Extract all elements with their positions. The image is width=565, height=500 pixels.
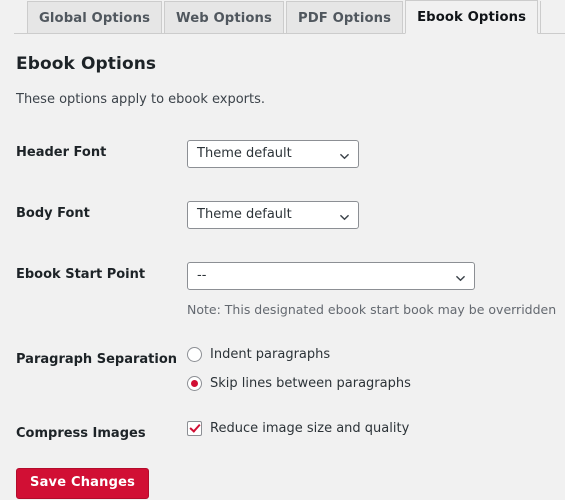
- radio-marker[interactable]: [187, 347, 203, 362]
- label-paragraph-separation: Paragraph Separation: [16, 352, 178, 367]
- ebook-options-form: Header Font Theme default Body Font Them…: [0, 125, 565, 461]
- form-row-compress-images: Compress Images Reduce image size and qu…: [0, 406, 565, 461]
- label-body-font: Body Font: [16, 206, 90, 221]
- ebook-start-point-value: --: [197, 268, 207, 283]
- body-font-value: Theme default: [197, 207, 292, 222]
- form-row-start-point: Ebook Start Point -- Note: This designat…: [0, 247, 565, 332]
- radio-label: Indent paragraphs: [210, 347, 331, 362]
- settings-tab-bar: Global Options Web Options PDF Options Eboo…: [0, 0, 565, 34]
- radio-marker-selected[interactable]: [187, 376, 203, 391]
- ebook-start-point-note: Note: This designated ebook start book m…: [187, 302, 557, 317]
- header-font-select[interactable]: Theme default: [187, 140, 360, 168]
- body-font-select[interactable]: Theme default: [187, 201, 360, 229]
- tab-bar-filler: [540, 1, 565, 34]
- save-changes-button[interactable]: Save Changes: [16, 468, 150, 500]
- label-header-font: Header Font: [16, 145, 107, 160]
- form-submit-area: Save Changes: [0, 461, 565, 500]
- checkbox-label: Reduce image size and quality: [210, 421, 410, 436]
- ebook-start-point-select[interactable]: --: [187, 262, 476, 290]
- checkbox-reduce-image-size[interactable]: Reduce image size and quality: [187, 421, 556, 436]
- radio-indent-paragraphs[interactable]: Indent paragraphs: [187, 347, 556, 362]
- label-ebook-start-point: Ebook Start Point: [16, 267, 146, 282]
- radio-label: Skip lines between paragraphs: [210, 376, 411, 391]
- tab-web-options[interactable]: Web Options: [164, 1, 284, 34]
- header-font-value: Theme default: [197, 146, 292, 161]
- radio-skip-lines[interactable]: Skip lines between paragraphs: [187, 376, 556, 391]
- page-description: These options apply to ebook exports.: [16, 92, 266, 107]
- form-row-body-font: Body Font Theme default: [0, 186, 565, 247]
- label-compress-images: Compress Images: [16, 426, 146, 441]
- page-title: Ebook Options: [16, 54, 157, 74]
- tab-pdf-options[interactable]: PDF Options: [285, 1, 404, 34]
- tab-ebook-options[interactable]: Ebook Options: [405, 0, 539, 34]
- checkbox-marker[interactable]: [187, 421, 203, 436]
- form-row-header-font: Header Font Theme default: [0, 125, 565, 186]
- form-row-paragraph-separation: Paragraph Separation Indent paragraphs S…: [0, 332, 565, 406]
- tab-global-options[interactable]: Global Options: [27, 1, 163, 34]
